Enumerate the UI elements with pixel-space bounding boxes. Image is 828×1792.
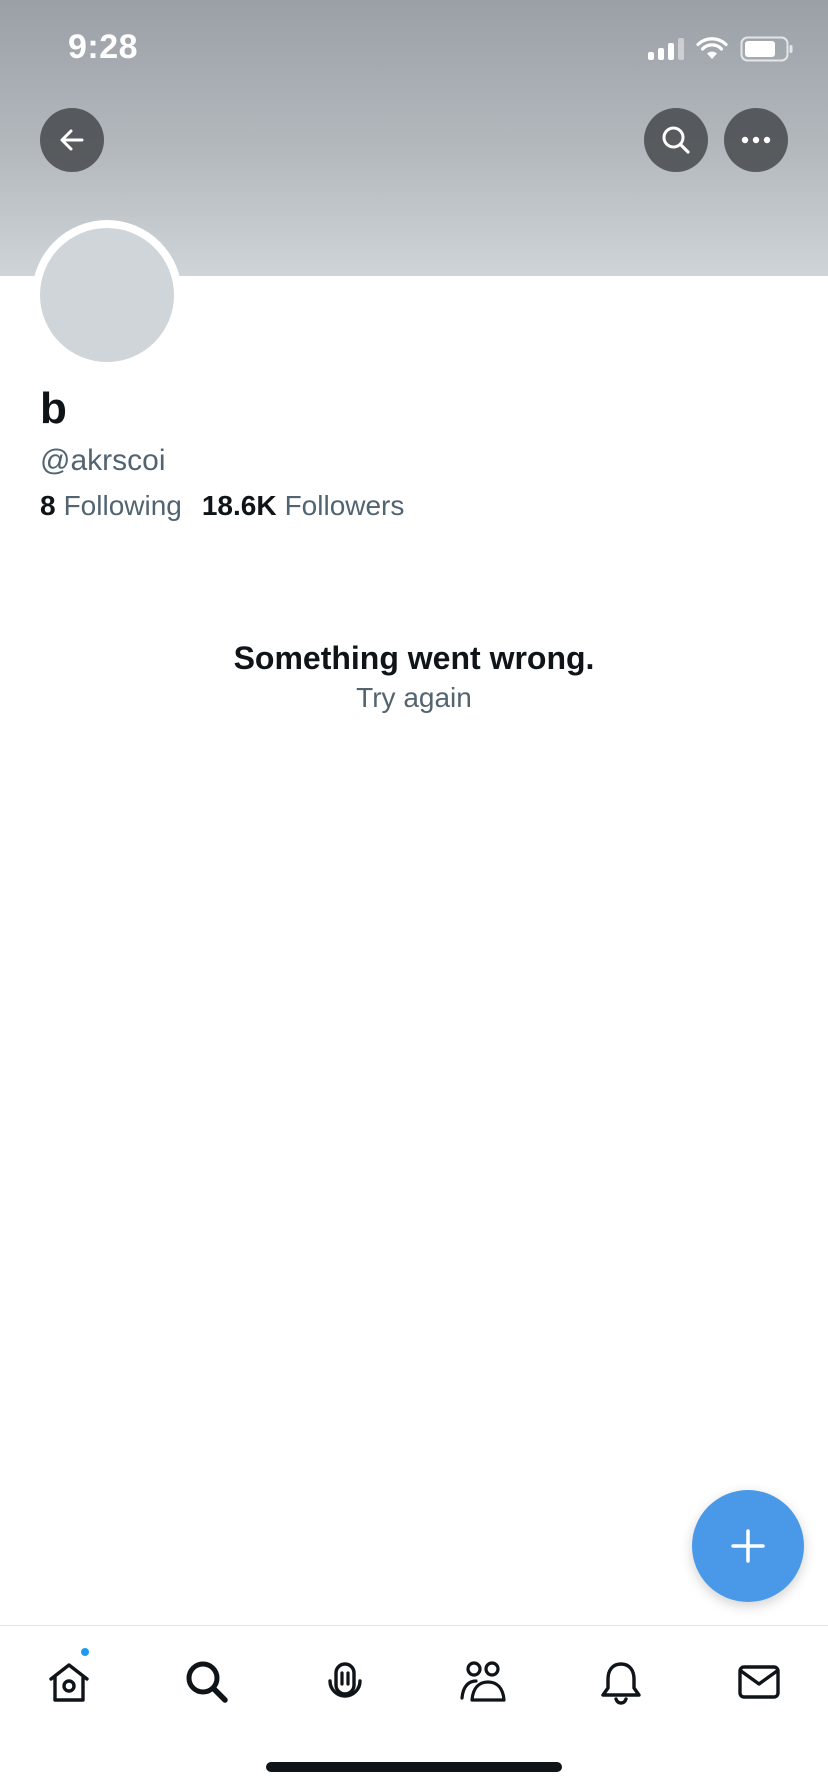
plus-icon <box>731 1529 765 1563</box>
profile-search-button[interactable] <box>644 108 708 172</box>
people-icon <box>460 1661 506 1702</box>
status-time: 9:28 <box>68 28 139 66</box>
display-name: b <box>40 384 67 433</box>
more-horizontal-icon <box>741 136 771 144</box>
back-button[interactable] <box>40 108 104 172</box>
following-link[interactable]: 8 Following <box>40 490 182 522</box>
followers-label: Followers <box>284 490 405 521</box>
following-label: Following <box>63 490 182 521</box>
battery-icon <box>740 36 793 62</box>
avatar-ring[interactable] <box>32 220 182 370</box>
bell-icon <box>601 1662 641 1705</box>
bottom-tab-bar <box>0 1625 828 1745</box>
followers-count: 18.6K <box>201 490 277 521</box>
home-indicator[interactable] <box>266 1762 562 1772</box>
avatar[interactable] <box>40 228 174 362</box>
following-count: 8 <box>40 490 56 521</box>
more-options-button[interactable] <box>724 108 788 172</box>
error-message: Something went wrong. <box>233 640 595 676</box>
cellular-signal-icon <box>648 38 684 60</box>
tab-notifications[interactable] <box>593 1654 649 1710</box>
home-icon <box>49 1663 89 1702</box>
arrow-left-icon <box>60 129 84 151</box>
home-notification-dot <box>79 1646 91 1658</box>
status-icons <box>648 36 794 62</box>
tab-home[interactable] <box>41 1646 97 1710</box>
microphone-icon <box>328 1662 362 1698</box>
search-icon <box>662 126 690 154</box>
profile-stats: 8 Following 18.6K Followers <box>40 490 404 522</box>
try-again-button[interactable]: Try again <box>0 682 828 714</box>
compose-fab-button[interactable] <box>692 1490 804 1602</box>
tab-messages[interactable] <box>731 1654 787 1710</box>
tab-spaces[interactable] <box>317 1654 373 1710</box>
followers-link[interactable]: 18.6K Followers <box>202 490 405 522</box>
wifi-icon <box>696 37 728 59</box>
envelope-icon <box>738 1665 780 1699</box>
user-handle: @akrscoi <box>40 444 166 477</box>
tab-search[interactable] <box>179 1654 235 1710</box>
tab-communities[interactable] <box>455 1654 511 1710</box>
profile-screen: 9:28 b @akrscoi 8 Following 18.6K Follow… <box>0 0 828 1792</box>
status-bar: 9:28 <box>0 0 828 100</box>
search-icon <box>186 1661 228 1703</box>
